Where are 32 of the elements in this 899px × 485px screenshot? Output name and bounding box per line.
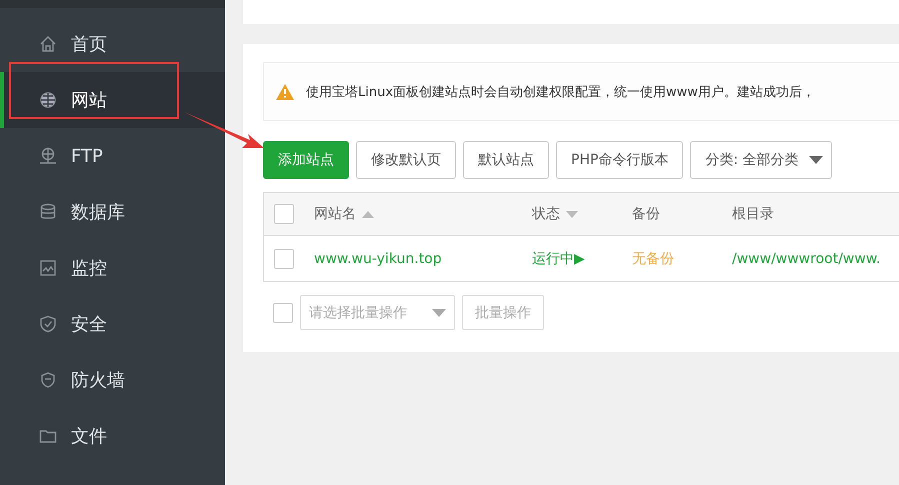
column-header: 备份 [632,205,660,223]
database-icon [39,203,57,221]
sidebar-item[interactable]: 监控 [0,240,225,296]
sidebar-item[interactable]: 数据库 [0,184,225,240]
toolbar-button[interactable]: PHP命令行版本 [556,141,684,179]
sidebar-item[interactable]: 网站 [0,72,225,128]
alert-text: 使用宝塔Linux面板创建站点时会自动创建权限配置，统一使用www用户。建站成功后， [306,84,815,100]
toolbar-button[interactable]: 修改默认页 [356,141,456,179]
checkbox[interactable] [273,302,293,322]
column-header: 状态 [532,205,560,223]
warning-icon [276,84,294,100]
category-dropdown[interactable]: 分类: 全部分类 [690,141,832,179]
monitor-chart-icon [39,259,57,277]
sidebar-item[interactable]: 首页 [0,16,225,72]
sidebar-item[interactable]: 防火墙 [0,352,225,408]
checkbox[interactable] [274,204,294,224]
shield-icon [39,371,57,389]
sidebar-item[interactable]: 安全 [0,296,225,352]
toolbar-button[interactable]: 默认站点 [463,141,549,179]
home-icon [39,35,57,53]
checkbox[interactable] [274,248,294,268]
sidebar-item[interactable]: FTP [0,128,225,184]
sort-up-icon[interactable] [362,210,374,218]
caret-down-icon [432,308,446,316]
column-header: 网站名 [314,205,356,223]
globe-icon [39,91,57,109]
server-globe-icon [39,147,57,165]
column-header: 根目录 [732,205,774,223]
caret-down-icon [808,156,823,164]
sort-down-icon[interactable] [566,210,578,218]
sidebar-item[interactable]: 文件 [0,408,225,464]
shield-check-icon [39,315,57,333]
